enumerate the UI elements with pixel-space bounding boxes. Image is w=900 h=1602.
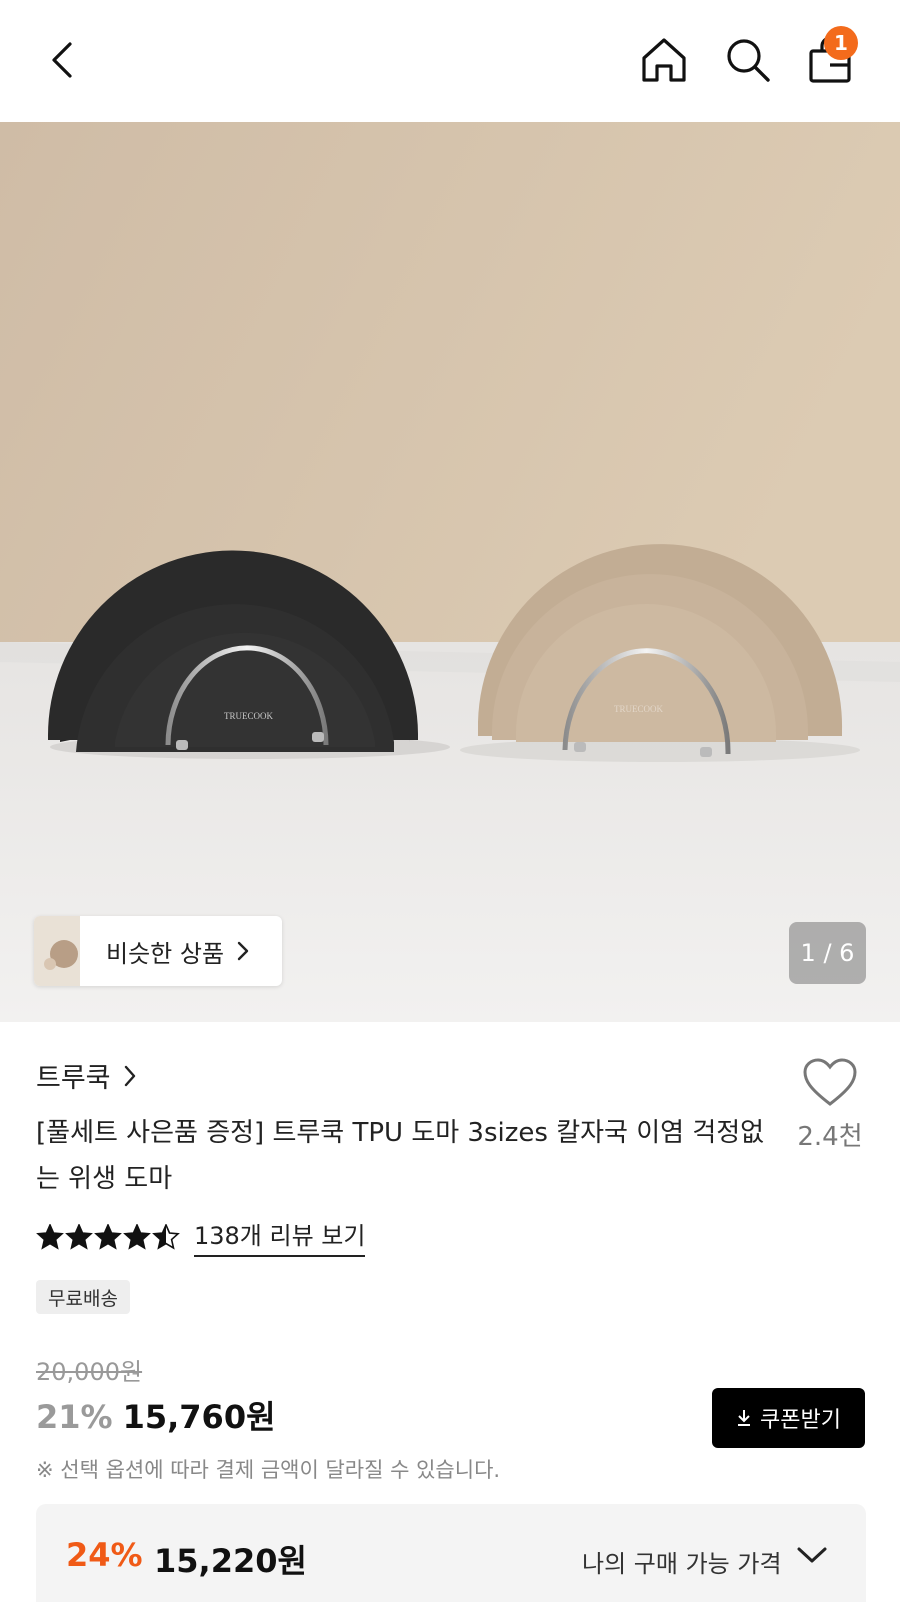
brand-stamp-light: TRUECOOK: [614, 704, 663, 714]
star-icon: [94, 1223, 122, 1250]
star-icon: [123, 1223, 151, 1250]
top-app-bar: 1: [0, 0, 900, 122]
my-price-panel[interactable]: 24% 15,220원 나의 구매 가능 가격: [36, 1504, 866, 1602]
sale-price: 15,760원: [122, 1398, 276, 1436]
discount-rate: 21%: [36, 1398, 113, 1436]
brand-name: 트루쿡: [36, 1063, 111, 1094]
product-photo: TRUECOOK TRUECOOK: [0, 122, 900, 1022]
wishlist-button[interactable]: 2.4천: [790, 1058, 870, 1153]
similar-products-label: 비슷한 상품: [106, 939, 225, 968]
brand-link[interactable]: 트루쿡: [36, 1056, 137, 1095]
search-button[interactable]: [716, 28, 780, 92]
cart-count-badge: 1: [824, 26, 858, 60]
rating-row: 138개 리뷰 보기: [36, 1216, 366, 1257]
coupon-download-button[interactable]: 쿠폰받기: [712, 1388, 865, 1448]
download-icon: [738, 1410, 751, 1426]
my-price-label: 나의 구매 가능 가격: [582, 1550, 782, 1578]
brand-stamp-dark: TRUECOOK: [224, 711, 273, 721]
star-icon: [152, 1223, 180, 1250]
chevron-right-icon: [237, 941, 249, 961]
search-icon: [727, 39, 770, 82]
coupon-label: 쿠폰받기: [760, 1408, 841, 1433]
product-image-carousel[interactable]: TRUECOOK TRUECOOK: [0, 122, 900, 1022]
similar-products-button[interactable]: 비슷한 상품: [34, 916, 282, 986]
free-shipping-badge: 무료배송: [36, 1280, 130, 1314]
star-icon: [36, 1223, 64, 1250]
cart-button[interactable]: 1: [798, 26, 862, 92]
chevron-left-icon: [52, 42, 72, 78]
chevron-down-icon: [797, 1547, 827, 1563]
home-button[interactable]: [632, 28, 696, 92]
product-title: [풀세트 사은품 증정] 트루쿡 TPU 도마 3sizes 칼자국 이염 걱정…: [36, 1118, 765, 1194]
original-price: 20,000원: [36, 1358, 143, 1386]
wishlist-count: 2.4천: [797, 1122, 863, 1152]
star-icon: [65, 1223, 93, 1250]
sale-price-row: 21% 15,760원: [36, 1392, 276, 1438]
my-price: 15,220원: [154, 1542, 307, 1580]
my-discount-rate: 24%: [66, 1536, 143, 1574]
heart-icon: [803, 1058, 857, 1106]
back-button[interactable]: [32, 28, 96, 92]
review-link[interactable]: 138개 리뷰 보기: [194, 1216, 366, 1257]
similar-product-thumbnail: [34, 916, 80, 986]
chevron-right-icon: [124, 1065, 135, 1086]
star-rating: [36, 1223, 180, 1250]
home-icon: [642, 38, 686, 82]
image-counter: 1 / 6: [789, 922, 866, 984]
price-notice: ※ 선택 옵션에 따라 결제 금액이 달라질 수 있습니다.: [36, 1458, 501, 1482]
